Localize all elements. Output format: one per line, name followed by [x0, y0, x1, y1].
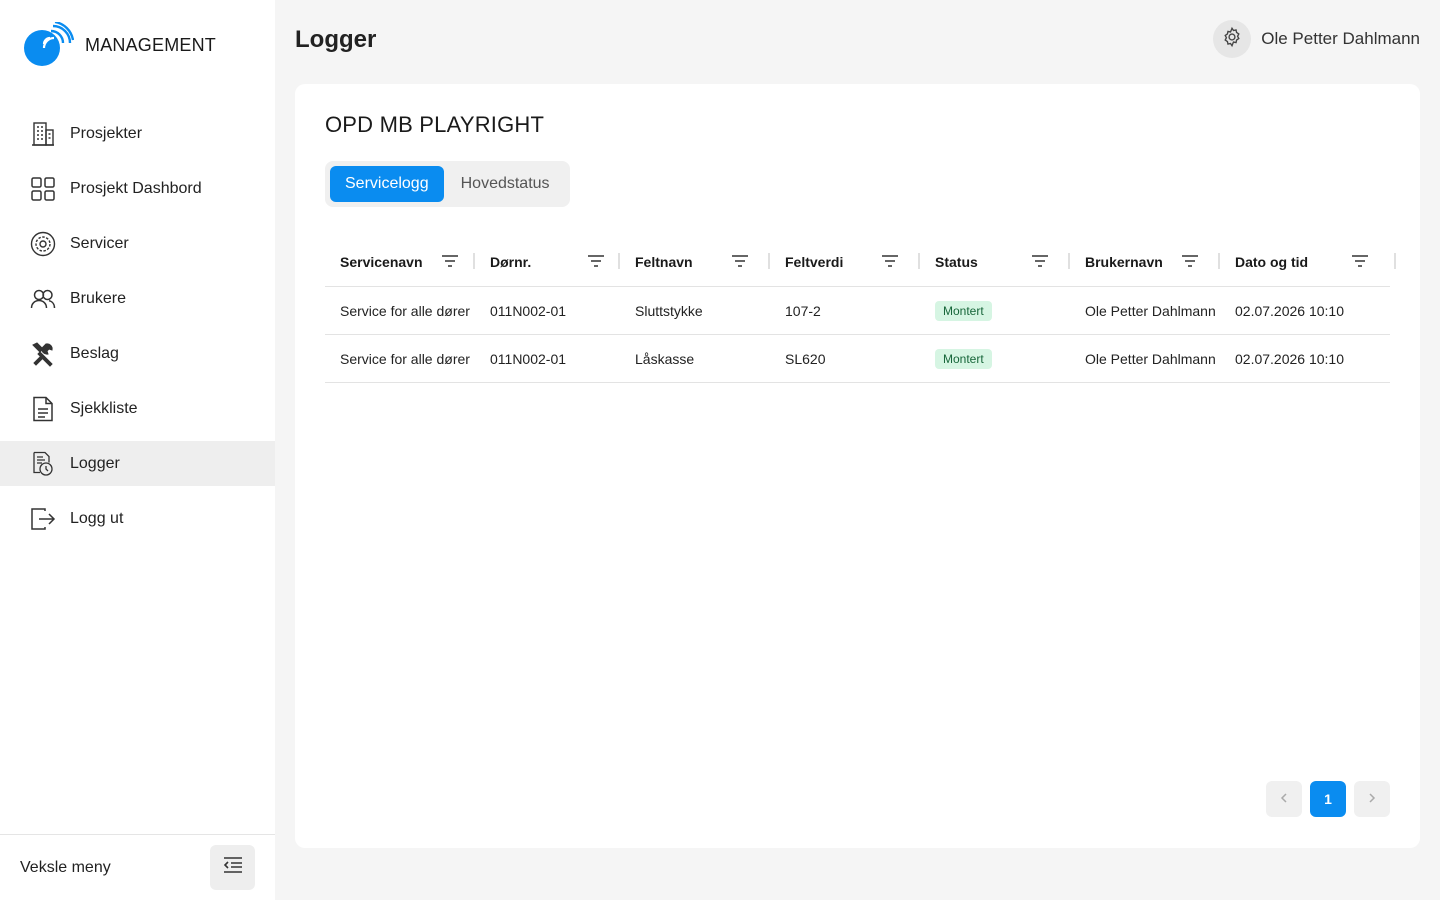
page-button-current[interactable]: 1	[1310, 781, 1346, 817]
sidebar-item-servicer[interactable]: Servicer	[0, 221, 275, 266]
cell-status: Montert	[920, 287, 1070, 334]
service-gear-icon	[30, 231, 56, 257]
sidebar-item-label: Logger	[70, 454, 120, 472]
tab-bar: Servicelogg Hovedstatus	[325, 161, 570, 207]
status-badge: Montert	[935, 348, 992, 369]
dashboard-grid-icon	[30, 176, 56, 202]
filter-icon[interactable]	[587, 252, 605, 270]
sidebar-item-logg-ut[interactable]: Logg ut	[0, 496, 275, 541]
status-badge: Montert	[935, 300, 992, 321]
column-header-feltnavn[interactable]: Feltnavn	[620, 236, 770, 287]
sidebar-item-label: Sjekkliste	[70, 399, 138, 417]
prev-page-button[interactable]	[1266, 781, 1302, 817]
page-title: Logger	[295, 26, 377, 53]
cell-feltnavn: Låskasse	[635, 350, 695, 367]
building-icon	[30, 121, 56, 147]
column-header-dato-og-tid[interactable]: Dato og tid	[1220, 236, 1396, 287]
filter-icon[interactable]	[1031, 252, 1049, 270]
filter-icon[interactable]	[731, 252, 749, 270]
sidebar-item-label: Prosjekter	[70, 124, 143, 142]
table-row[interactable]: Service for alle dører 011N002-01 Slutts…	[325, 287, 1390, 335]
column-header-feltverdi[interactable]: Feltverdi	[770, 236, 920, 287]
column-header-status[interactable]: Status	[920, 236, 1070, 287]
user-name[interactable]: Ole Petter Dahlmann	[1261, 29, 1420, 49]
project-title: OPD MB PLAYRIGHT	[325, 112, 545, 137]
filter-icon[interactable]	[1181, 252, 1199, 270]
sidebar-item-label: Beslag	[70, 344, 119, 362]
sidebar-item-sjekkliste[interactable]: Sjekkliste	[0, 386, 275, 431]
filter-icon[interactable]	[441, 252, 459, 270]
cell-dato: 02.07.2026 10:10	[1235, 302, 1344, 319]
sidebar-item-label: Servicer	[70, 234, 129, 252]
sidebar-item-beslag[interactable]: Beslag	[0, 331, 275, 376]
users-icon	[30, 286, 56, 312]
main-card: OPD MB PLAYRIGHT Servicelogg Hovedstatus…	[295, 84, 1420, 848]
table-row[interactable]: Service for alle dører 011N002-01 Låskas…	[325, 335, 1390, 383]
tab-servicelogg[interactable]: Servicelogg	[330, 166, 444, 202]
filter-icon[interactable]	[881, 252, 899, 270]
cell-status: Montert	[920, 335, 1070, 382]
column-header-dornr[interactable]: Dørnr.	[475, 236, 620, 287]
log-table: Servicenavn Dørnr. Feltnavn Feltverdi St	[325, 236, 1396, 383]
cell-brukernavn: Ole Petter Dahlmann	[1085, 302, 1216, 319]
tab-hovedstatus[interactable]: Hovedstatus	[446, 166, 565, 202]
cell-servicenavn: Service for alle dører	[340, 350, 470, 367]
cell-dato: 02.07.2026 10:10	[1235, 350, 1344, 367]
column-header-servicenavn[interactable]: Servicenavn	[325, 236, 475, 287]
chevron-right-icon	[1366, 791, 1378, 807]
cell-servicenavn: Service for alle dører	[340, 302, 470, 319]
toggle-menu-label: Veksle meny	[20, 859, 111, 876]
cell-feltnavn: Sluttstykke	[635, 302, 703, 319]
app-name: MANAGEMENT	[85, 34, 217, 55]
user-area: Ole Petter Dahlmann	[1213, 20, 1420, 58]
sidebar-item-prosjekt-dashbord[interactable]: Prosjekt Dashbord	[0, 166, 275, 211]
cell-brukernavn: Ole Petter Dahlmann	[1085, 350, 1216, 367]
tools-icon	[30, 341, 56, 367]
document-icon	[30, 396, 56, 422]
toggle-menu-button[interactable]	[210, 845, 255, 890]
logout-icon	[30, 506, 56, 532]
menu-collapse-icon	[222, 856, 244, 879]
sidebar-footer: Veksle meny	[0, 834, 275, 900]
sidebar-item-brukere[interactable]: Brukere	[0, 276, 275, 321]
filter-icon[interactable]	[1351, 252, 1369, 270]
pagination: 1	[1266, 781, 1390, 817]
sidebar-item-prosjekter[interactable]: Prosjekter	[0, 111, 275, 156]
sidebar-item-label: Logg ut	[70, 509, 124, 527]
cell-dornr: 011N002-01	[490, 350, 567, 367]
log-clock-icon	[30, 451, 56, 477]
column-header-brukernavn[interactable]: Brukernavn	[1070, 236, 1220, 287]
settings-button[interactable]	[1213, 20, 1252, 58]
cell-dornr: 011N002-01	[490, 302, 567, 319]
sidebar-item-label: Brukere	[70, 289, 127, 307]
sidebar: MANAGEMENT Prosjekter Prosjekt Dashbord	[0, 0, 275, 900]
sidebar-item-label: Prosjekt Dashbord	[70, 179, 202, 197]
cell-feltverdi: SL620	[785, 350, 826, 367]
logo-icon	[24, 20, 75, 68]
app-logo[interactable]: MANAGEMENT	[24, 20, 217, 68]
next-page-button[interactable]	[1354, 781, 1390, 817]
cell-feltverdi: 107-2	[785, 302, 821, 319]
chevron-left-icon	[1278, 791, 1290, 807]
column-separator[interactable]	[1394, 253, 1396, 269]
sidebar-item-logger[interactable]: Logger	[0, 441, 275, 486]
gear-icon	[1221, 26, 1243, 53]
sidebar-nav: Prosjekter Prosjekt Dashbord Servicer Br…	[0, 111, 275, 551]
table-header: Servicenavn Dørnr. Feltnavn Feltverdi St	[325, 236, 1396, 287]
